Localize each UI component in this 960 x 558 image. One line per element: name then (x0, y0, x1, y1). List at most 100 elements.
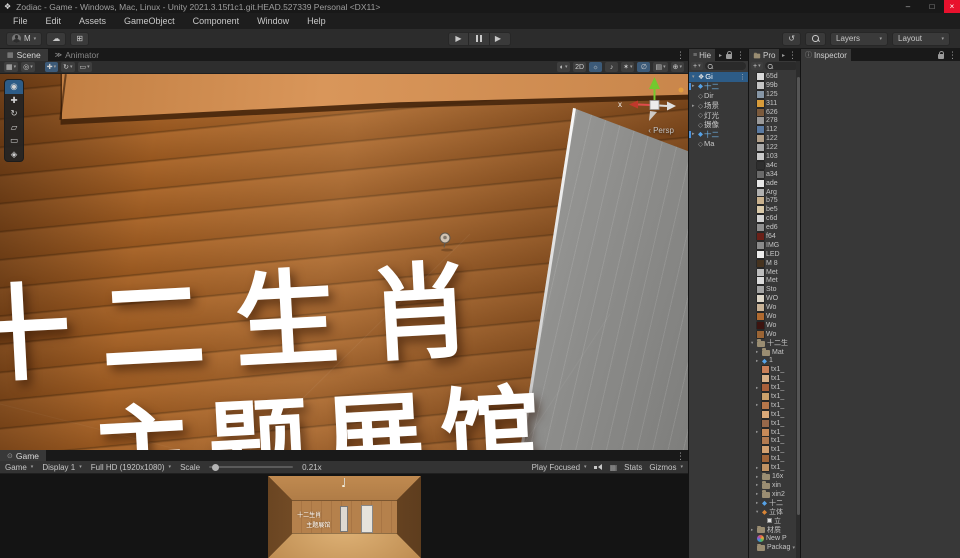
services-button[interactable]: ⊞ (70, 31, 89, 46)
project-item-8[interactable]: 122 (749, 143, 796, 152)
audio-button[interactable]: ♪ (605, 62, 619, 72)
transform-tool-button[interactable]: ◈ (5, 148, 23, 162)
rotate-tool-button[interactable]: ↻ (5, 107, 23, 121)
project-item-13[interactable]: Arg (749, 188, 796, 197)
game-panel-menu-icon[interactable]: ⋮ (676, 451, 685, 462)
lock-icon[interactable] (937, 50, 945, 60)
project-item-40[interactable]: ▸ tx1_ (749, 428, 796, 437)
project-item-17[interactable]: ed6 (749, 223, 796, 232)
2D-button[interactable]: 2D (573, 62, 587, 72)
close-button[interactable]: × (944, 0, 960, 13)
expand-right-icon[interactable]: ▸ (756, 385, 760, 391)
layout-dropdown[interactable]: Layout ▾ (892, 31, 950, 46)
expand-right-icon[interactable]: ▸ (756, 358, 760, 364)
rect-button[interactable]: ▭ ▾ (77, 62, 92, 72)
tab-project[interactable]: Pro (749, 49, 780, 61)
project-item-38[interactable]: tx1_ (749, 410, 796, 419)
project-item-1[interactable]: 99b (749, 81, 796, 90)
gizmos-dropdown[interactable]: Gizmos ▾ (649, 463, 683, 472)
visibility-button[interactable]: ∅ (637, 62, 651, 72)
rotate-button[interactable]: ↻ ▾ (61, 62, 75, 72)
project-item-9[interactable]: 103 (749, 152, 796, 161)
account-button[interactable]: M ▾ (6, 31, 43, 46)
project-item-21[interactable]: M 8 (749, 259, 796, 268)
project-item-25[interactable]: WO (749, 294, 796, 303)
inspector-panel-menu-icon[interactable]: ⋮ (948, 50, 957, 61)
expand-down-icon[interactable]: ▾ (692, 74, 697, 80)
expand-right-icon[interactable]: ▸ (756, 465, 760, 471)
expand-right-icon[interactable]: ▸ (692, 103, 697, 109)
stats-button[interactable]: Stats (624, 463, 642, 472)
scene-panel-menu-icon[interactable]: ⋮ (676, 50, 685, 61)
effects-button[interactable]: ✶ ▾ (621, 62, 635, 72)
hierarchy-row-7[interactable]: ◇ Ma (689, 139, 748, 149)
menu-assets[interactable]: Assets (70, 16, 115, 26)
project-item-41[interactable]: tx1_ (749, 437, 796, 446)
project-search-input[interactable] (764, 62, 798, 70)
game-view-dropdown[interactable]: Game ▾ (5, 463, 33, 472)
resolution-dropdown[interactable]: Full HD (1920x1080) ▾ (91, 463, 171, 472)
hierarchy-panel-menu-icon[interactable]: ⋮ (736, 50, 745, 61)
project-item-5[interactable]: 278 (749, 116, 796, 125)
project-item-10[interactable]: a4c (749, 161, 796, 170)
project-item-30[interactable]: ▾ 十二生 (749, 339, 796, 348)
hierarchy-add-button[interactable]: + ▾ (691, 62, 703, 70)
project-item-44[interactable]: ▸ tx1_ (749, 463, 796, 472)
expand-right-icon[interactable]: ▸ (756, 491, 760, 497)
expand-right-icon[interactable]: ▸ (756, 429, 760, 435)
project-item-3[interactable]: 311 (749, 99, 796, 108)
project-item-33[interactable]: tx1_ (749, 365, 796, 374)
move-button[interactable]: ✚ ▾ (44, 62, 59, 72)
maximize-button[interactable]: □ (920, 0, 944, 13)
project-item-32[interactable]: ▸ ◆ 1 (749, 357, 796, 366)
shading-button[interactable]: ◐ ▾ (557, 62, 571, 72)
display-dropdown[interactable]: Display 1 ▾ (42, 463, 81, 472)
tab-inspector[interactable]: ⓘ Inspector (801, 49, 851, 61)
project-item-50[interactable]: 立 (749, 517, 796, 526)
scale-slider-knob[interactable] (212, 463, 220, 471)
expand-right-icon[interactable]: ▸ (756, 474, 760, 480)
expand-right-icon[interactable]: ▸ (756, 482, 760, 488)
step-button[interactable]: ▶ (490, 31, 511, 46)
project-item-16[interactable]: c6d (749, 214, 796, 223)
expand-right-icon[interactable]: ▸ (756, 349, 760, 355)
scale-slider[interactable] (209, 463, 294, 471)
hierarchy-search-input[interactable] (704, 62, 746, 70)
menu-file[interactable]: File (4, 16, 37, 26)
project-item-6[interactable]: 112 (749, 125, 796, 134)
project-item-35[interactable]: ▸ tx1_ (749, 383, 796, 392)
scale-tool-button[interactable]: ▱ (5, 121, 23, 135)
project-item-2[interactable]: 125 (749, 90, 796, 99)
menu-help[interactable]: Help (298, 16, 335, 26)
rect-tool-button[interactable]: ▭ (5, 134, 23, 148)
project-item-47[interactable]: ▸ xin2 (749, 490, 796, 499)
project-item-37[interactable]: ▸ tx1_ (749, 401, 796, 410)
project-item-4[interactable]: 626 (749, 108, 796, 117)
tab-scroll-icon[interactable]: ▸ (782, 52, 785, 59)
play-focused-dropdown[interactable]: Play Focused ▾ (532, 463, 587, 472)
project-item-49[interactable]: ▾ ◆ 立体 (749, 508, 796, 517)
persp-label[interactable]: ‹ Persp (648, 126, 674, 135)
project-item-43[interactable]: tx1_ (749, 454, 796, 463)
project-item-20[interactable]: LED (749, 250, 796, 259)
menu-edit[interactable]: Edit (37, 16, 71, 26)
camera-button[interactable]: ▤ ▾ (653, 62, 668, 72)
undo-history-button[interactable]: ↺ (782, 31, 801, 46)
expand-right-icon[interactable]: ▸ (756, 500, 760, 506)
expand-right-icon[interactable]: ▸ (751, 527, 755, 533)
project-item-11[interactable]: a34 (749, 170, 796, 179)
project-item-18[interactable]: f64 (749, 232, 796, 241)
project-item-14[interactable]: b75 (749, 196, 796, 205)
project-item-42[interactable]: tx1_ (749, 445, 796, 454)
project-item-26[interactable]: Wo (749, 303, 796, 312)
project-item-12[interactable]: ade (749, 179, 796, 188)
project-item-0[interactable]: 65d (749, 72, 796, 81)
project-item-45[interactable]: ▸ 16x (749, 472, 796, 481)
tab-hierarchy[interactable]: ≡ Hie (689, 49, 716, 61)
tab-scene[interactable]: ▦ Scene (0, 49, 48, 61)
project-item-7[interactable]: 122 (749, 134, 796, 143)
expand-right-icon[interactable]: ▸ (692, 131, 697, 137)
row-menu-icon[interactable]: ⋮ (739, 73, 748, 81)
project-item-29[interactable]: Wo (749, 330, 796, 339)
game-viewport[interactable]: 十二生肖 主题展馆 (0, 474, 688, 558)
